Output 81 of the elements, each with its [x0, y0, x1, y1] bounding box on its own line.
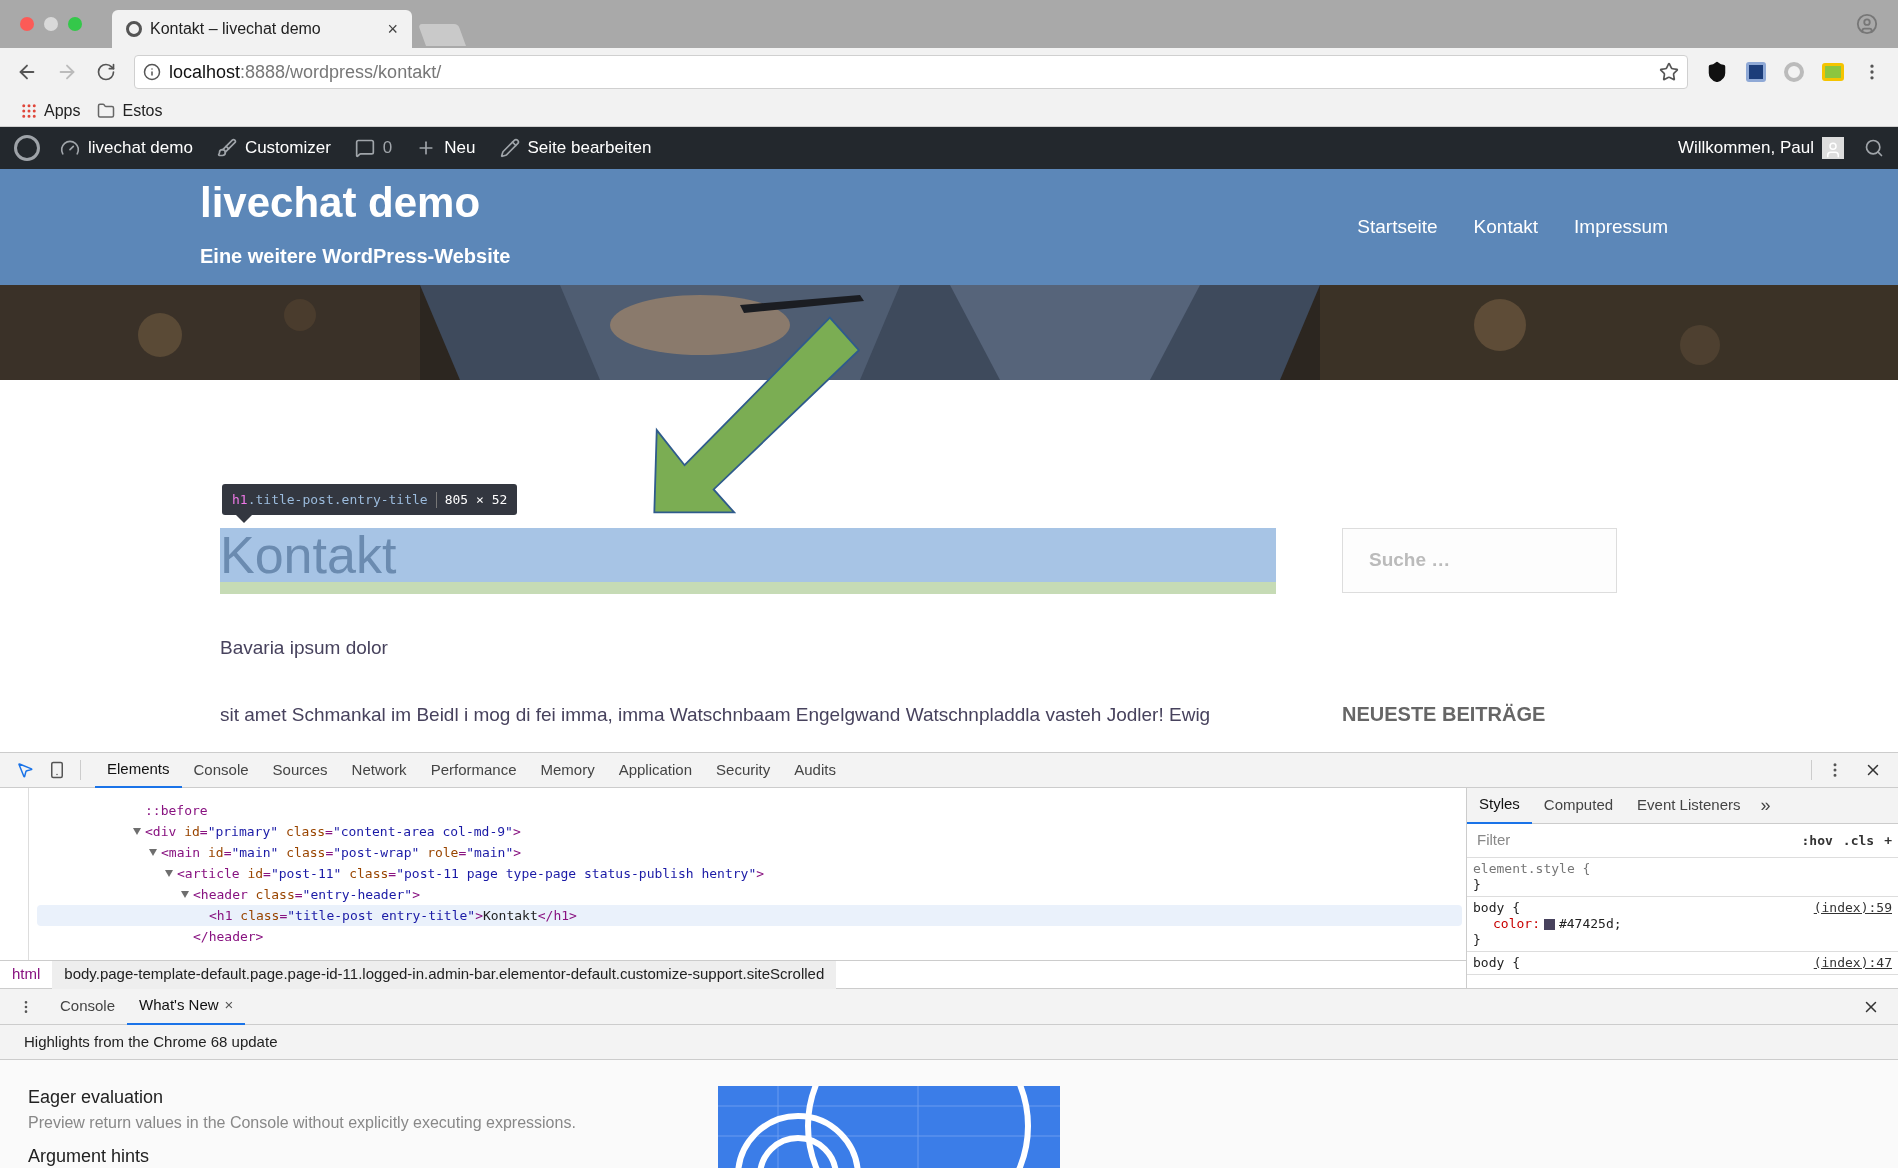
- css-selector: body {: [1473, 900, 1520, 916]
- styles-pane-tab[interactable]: Computed: [1531, 788, 1626, 824]
- css-brace: }: [1473, 877, 1482, 893]
- feature-title: Eager evaluation: [28, 1086, 165, 1109]
- breadcrumb-item[interactable]: html: [0, 960, 53, 989]
- filter-toggle-button[interactable]: +: [1884, 830, 1892, 851]
- devtools-tab[interactable]: Network: [339, 752, 419, 788]
- paragraph: sit amet Schmankal im Beidl i mog di fei imma, imma Watschnbaam Engelgwand Watschnpladdla vasteh Jodler! Ewig: [220, 702, 1212, 727]
- shield-icon[interactable]: [1706, 61, 1728, 83]
- folder-icon: [96, 102, 117, 120]
- expand-triangle-icon[interactable]: [165, 870, 173, 877]
- expand-triangle-icon[interactable]: [133, 828, 141, 835]
- greeting-link[interactable]: Willkommen, Paul: [1677, 135, 1814, 161]
- reload-icon[interactable]: [96, 62, 116, 82]
- search-icon[interactable]: [1864, 138, 1884, 158]
- dom-node[interactable]: <article id="post-11" class="post-11 page type-page status-publish hentry">: [177, 863, 765, 884]
- drawer-tab[interactable]: Console: [48, 988, 128, 1025]
- bookmark-item[interactable]: Estos: [96, 99, 163, 123]
- dom-closing-tag[interactable]: </header>: [193, 926, 264, 947]
- device-toolbar-icon[interactable]: [48, 761, 66, 779]
- css-property: color:: [1493, 916, 1540, 932]
- site-favicon-icon: [126, 21, 142, 37]
- feature-title: Argument hints: [28, 1145, 151, 1168]
- bookmark-star-icon[interactable]: [1659, 62, 1679, 82]
- release-banner: Highlights from the Chrome 68 update: [0, 1025, 1898, 1060]
- devtools-tab[interactable]: Audits: [782, 752, 848, 788]
- filter-toggle-button[interactable]: .cls: [1842, 830, 1875, 851]
- sidebar-heading: NEUESTE BEITRÄGE: [1342, 702, 1547, 727]
- filter-toggle-button[interactable]: :hov: [1801, 830, 1833, 851]
- expand-triangle-icon[interactable]: [181, 891, 189, 898]
- dom-node[interactable]: <header class="entry-header">: [193, 884, 420, 905]
- styles-pane-tab[interactable]: Event Listeners: [1625, 788, 1753, 824]
- admin-bar-item[interactable]: livechat demo: [60, 135, 193, 161]
- nav-link[interactable]: Startseite: [1357, 213, 1438, 242]
- extension-icon[interactable]: [1746, 62, 1766, 82]
- feature-description: Preview return values in the Console without explicitly executing expressions.: [28, 1113, 577, 1133]
- devtools-tab[interactable]: Console: [181, 752, 261, 788]
- css-value: #47425d;: [1558, 916, 1622, 932]
- css-brace: }: [1473, 932, 1482, 948]
- dom-node[interactable]: <div id="primary" class="content-area col-md-9">: [145, 821, 521, 842]
- devtools-tab[interactable]: Application: [606, 752, 705, 788]
- dom-node[interactable]: ::before: [145, 800, 208, 821]
- speech-bubble-icon: [354, 138, 375, 158]
- apps-grid-icon: [20, 102, 38, 120]
- site-title[interactable]: livechat demo: [200, 173, 511, 233]
- breadcrumb-item[interactable]: body.page-template-default.page.page-id-11.logged-in.admin-bar.elementor-default.customize-support.siteScrolled: [52, 960, 837, 989]
- nav-link[interactable]: Impressum: [1574, 213, 1668, 242]
- tooltip-pointer: [236, 515, 252, 523]
- devtools-tab[interactable]: Performance: [418, 752, 529, 788]
- more-tabs-button[interactable]: »: [1752, 792, 1779, 819]
- devtools-tab[interactable]: Security: [704, 752, 783, 788]
- pencil-icon: [499, 138, 520, 158]
- color-swatch-icon[interactable]: [1543, 918, 1555, 930]
- bookmark-item[interactable]: Apps: [20, 99, 81, 123]
- paragraph: Bavaria ipsum dolor: [220, 636, 389, 660]
- devtools-tab[interactable]: Elements: [95, 752, 182, 788]
- browser-tab[interactable]: Kontakt – livechat demo ×: [112, 10, 412, 48]
- wordpress-logo-icon[interactable]: [14, 135, 40, 161]
- site-tagline: Eine weitere WordPress-Website: [200, 244, 511, 269]
- gauge-icon: [60, 138, 80, 158]
- devtools-tab[interactable]: Sources: [260, 752, 340, 788]
- admin-bar-item[interactable]: Customizer: [216, 135, 331, 161]
- nav-link[interactable]: Kontakt: [1473, 213, 1539, 242]
- source-link[interactable]: (index):59: [1813, 900, 1892, 916]
- element-tooltip: h1.title-post.entry-title 805 × 52: [222, 484, 518, 515]
- css-selector: body {: [1473, 955, 1520, 971]
- admin-bar-item[interactable]: Neu: [416, 135, 476, 161]
- avatar-icon: [1822, 137, 1844, 159]
- expand-triangle-icon[interactable]: [149, 849, 157, 856]
- brush-icon: [216, 138, 237, 158]
- source-link[interactable]: (index):47: [1813, 955, 1892, 971]
- devtools-tab[interactable]: Memory: [528, 752, 607, 788]
- page-heading: Kontakt: [220, 529, 397, 581]
- info-icon: [143, 63, 161, 81]
- css-selector: element.style {: [1473, 861, 1591, 877]
- address-bar[interactable]: localhost:8888/wordpress/kontakt/: [134, 55, 1688, 89]
- admin-bar-item[interactable]: 0: [354, 135, 393, 161]
- inspect-icon[interactable]: [16, 761, 34, 779]
- styles-pane-tab[interactable]: Styles: [1467, 788, 1532, 824]
- dom-node[interactable]: <main id="main" class="post-wrap" role="main">: [161, 842, 522, 863]
- admin-bar-item[interactable]: Seite bearbeiten: [499, 135, 652, 161]
